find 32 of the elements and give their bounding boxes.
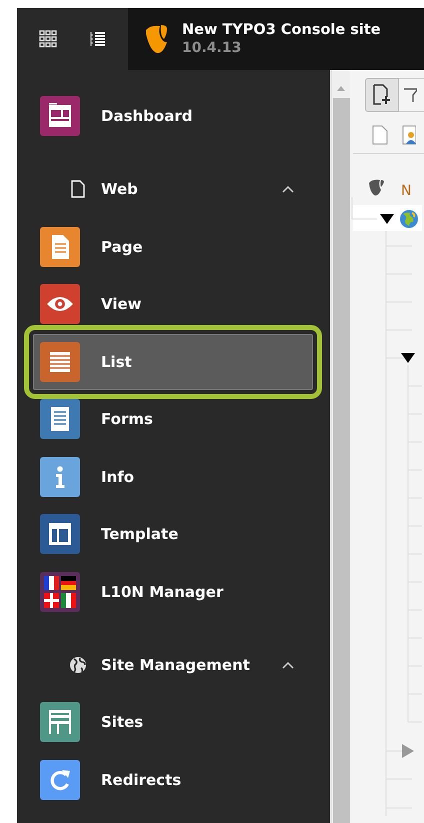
globe-icon: [68, 656, 86, 674]
menu-item[interactable]: Template: [33, 506, 313, 562]
menu-item[interactable]: View: [33, 276, 313, 332]
grid-icon: [39, 30, 58, 48]
expand-toggle-icon[interactable]: [402, 744, 414, 758]
site-title: New TYPO3 Console site: [182, 22, 381, 38]
version-label: 10.4.13: [182, 40, 242, 56]
new-page-icon: [372, 84, 392, 106]
globe-icon: [400, 210, 418, 228]
logo-icon[interactable]: [144, 24, 168, 54]
page-icon[interactable]: [372, 125, 388, 145]
list-tree-icon: [90, 31, 106, 47]
menu-group-header[interactable]: Site Management: [17, 636, 330, 694]
menu-item[interactable]: Sites: [33, 694, 313, 750]
menu-item[interactable]: Dashboard: [33, 88, 313, 144]
menu-item[interactable]: Redirects: [33, 752, 313, 808]
scrollbar-thumb[interactable]: [332, 98, 350, 823]
filter-button[interactable]: [399, 78, 424, 112]
document-icon: [70, 180, 84, 198]
menu-group-header[interactable]: Web: [17, 160, 330, 218]
menu-item[interactable]: Page: [33, 218, 313, 275]
site-logo-icon: [369, 180, 384, 196]
tree-node-label[interactable]: N: [401, 183, 412, 199]
menu-item[interactable]: L10N Manager: [33, 564, 313, 620]
new-page-button[interactable]: [365, 78, 399, 112]
collapse-toggle-icon[interactable]: [380, 214, 394, 224]
menu-item[interactable]: Info: [33, 448, 313, 505]
menu-item[interactable]: Forms: [33, 391, 313, 448]
user-page-icon[interactable]: [402, 125, 416, 145]
caret-up-icon: [282, 660, 294, 669]
caret-up-icon: [282, 185, 294, 194]
collapse-toggle-icon[interactable]: [401, 353, 415, 363]
